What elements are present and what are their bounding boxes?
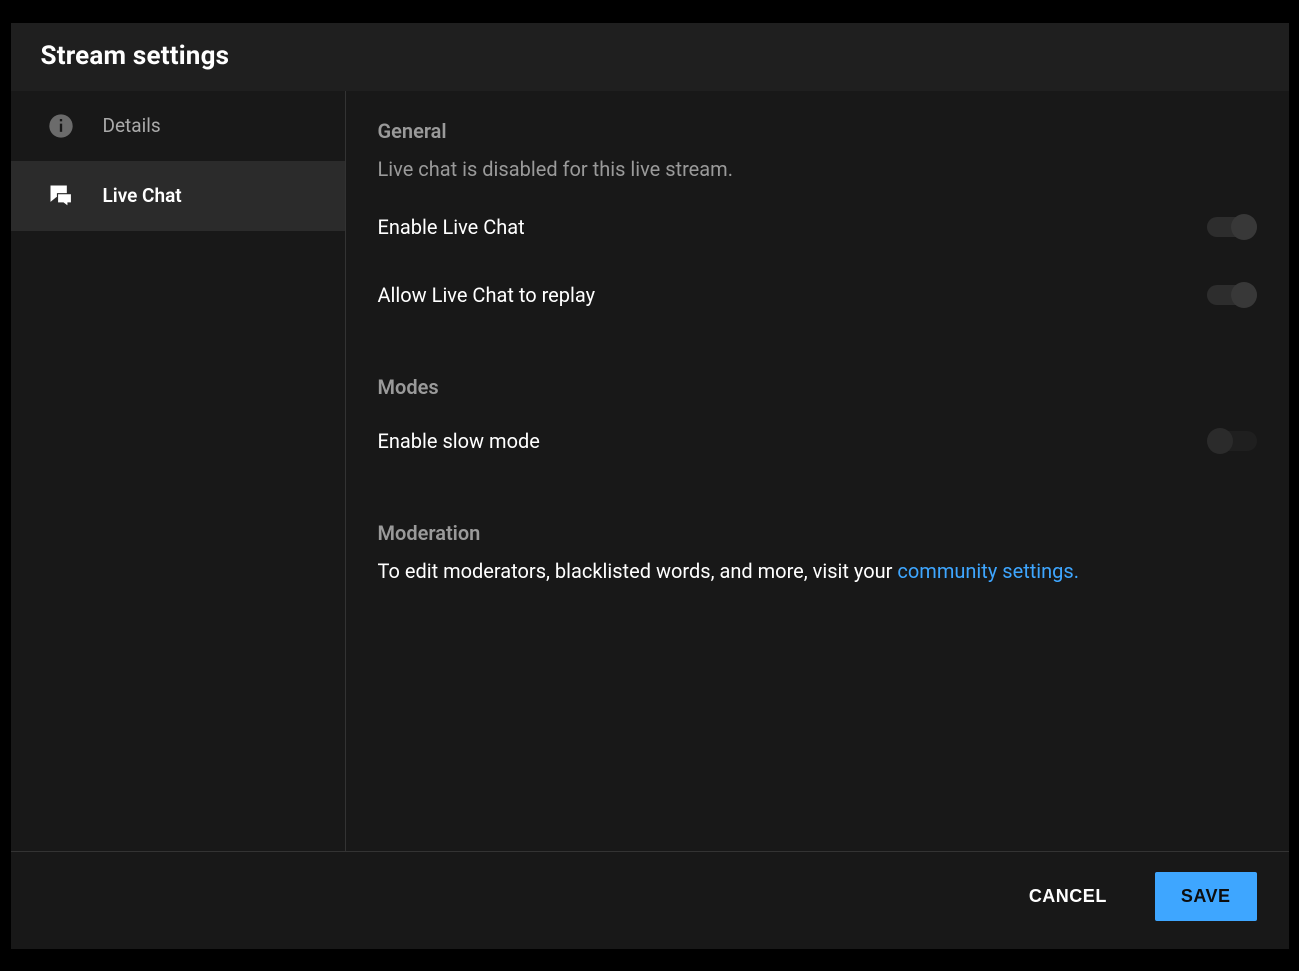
sidebar: Details Live Chat xyxy=(11,91,346,851)
moderation-text-before: To edit moderators, blacklisted words, a… xyxy=(378,559,898,583)
setting-enable-slow-mode: Enable slow mode xyxy=(378,417,1257,465)
section-heading-moderation: Moderation xyxy=(378,521,1257,545)
section-heading-general: General xyxy=(378,119,1257,143)
content-pane: General Live chat is disabled for this l… xyxy=(346,91,1289,851)
dialog-body: Details Live Chat General Live chat is d… xyxy=(11,91,1289,851)
save-button[interactable]: SAVE xyxy=(1155,872,1257,921)
dialog-title: Stream settings xyxy=(41,41,1259,71)
moderation-text: To edit moderators, blacklisted words, a… xyxy=(378,559,1257,583)
toggle-allow-replay[interactable] xyxy=(1207,285,1257,305)
community-settings-link[interactable]: community settings. xyxy=(897,559,1079,583)
toggle-enable-live-chat[interactable] xyxy=(1207,217,1257,237)
sidebar-item-details[interactable]: Details xyxy=(11,91,345,161)
section-heading-modes: Modes xyxy=(378,375,1257,399)
setting-allow-replay: Allow Live Chat to replay xyxy=(378,271,1257,319)
setting-enable-live-chat: Enable Live Chat xyxy=(378,203,1257,251)
info-icon xyxy=(47,112,75,140)
setting-label: Allow Live Chat to replay xyxy=(378,283,596,307)
toggle-knob xyxy=(1231,282,1257,308)
toggle-enable-slow-mode[interactable] xyxy=(1207,431,1257,451)
toggle-knob xyxy=(1207,428,1233,454)
general-description: Live chat is disabled for this live stre… xyxy=(378,157,1257,181)
toggle-knob xyxy=(1231,214,1257,240)
sidebar-item-live-chat[interactable]: Live Chat xyxy=(11,161,345,231)
sidebar-item-label: Details xyxy=(103,114,161,137)
setting-label: Enable slow mode xyxy=(378,429,540,453)
dialog-footer: CANCEL SAVE xyxy=(11,851,1289,949)
dialog-header: Stream settings xyxy=(11,23,1289,91)
setting-label: Enable Live Chat xyxy=(378,215,525,239)
chat-icon xyxy=(47,182,75,210)
stream-settings-dialog: Stream settings Details Live Chat xyxy=(10,22,1290,950)
sidebar-item-label: Live Chat xyxy=(103,184,182,207)
cancel-button[interactable]: CANCEL xyxy=(1021,874,1115,919)
